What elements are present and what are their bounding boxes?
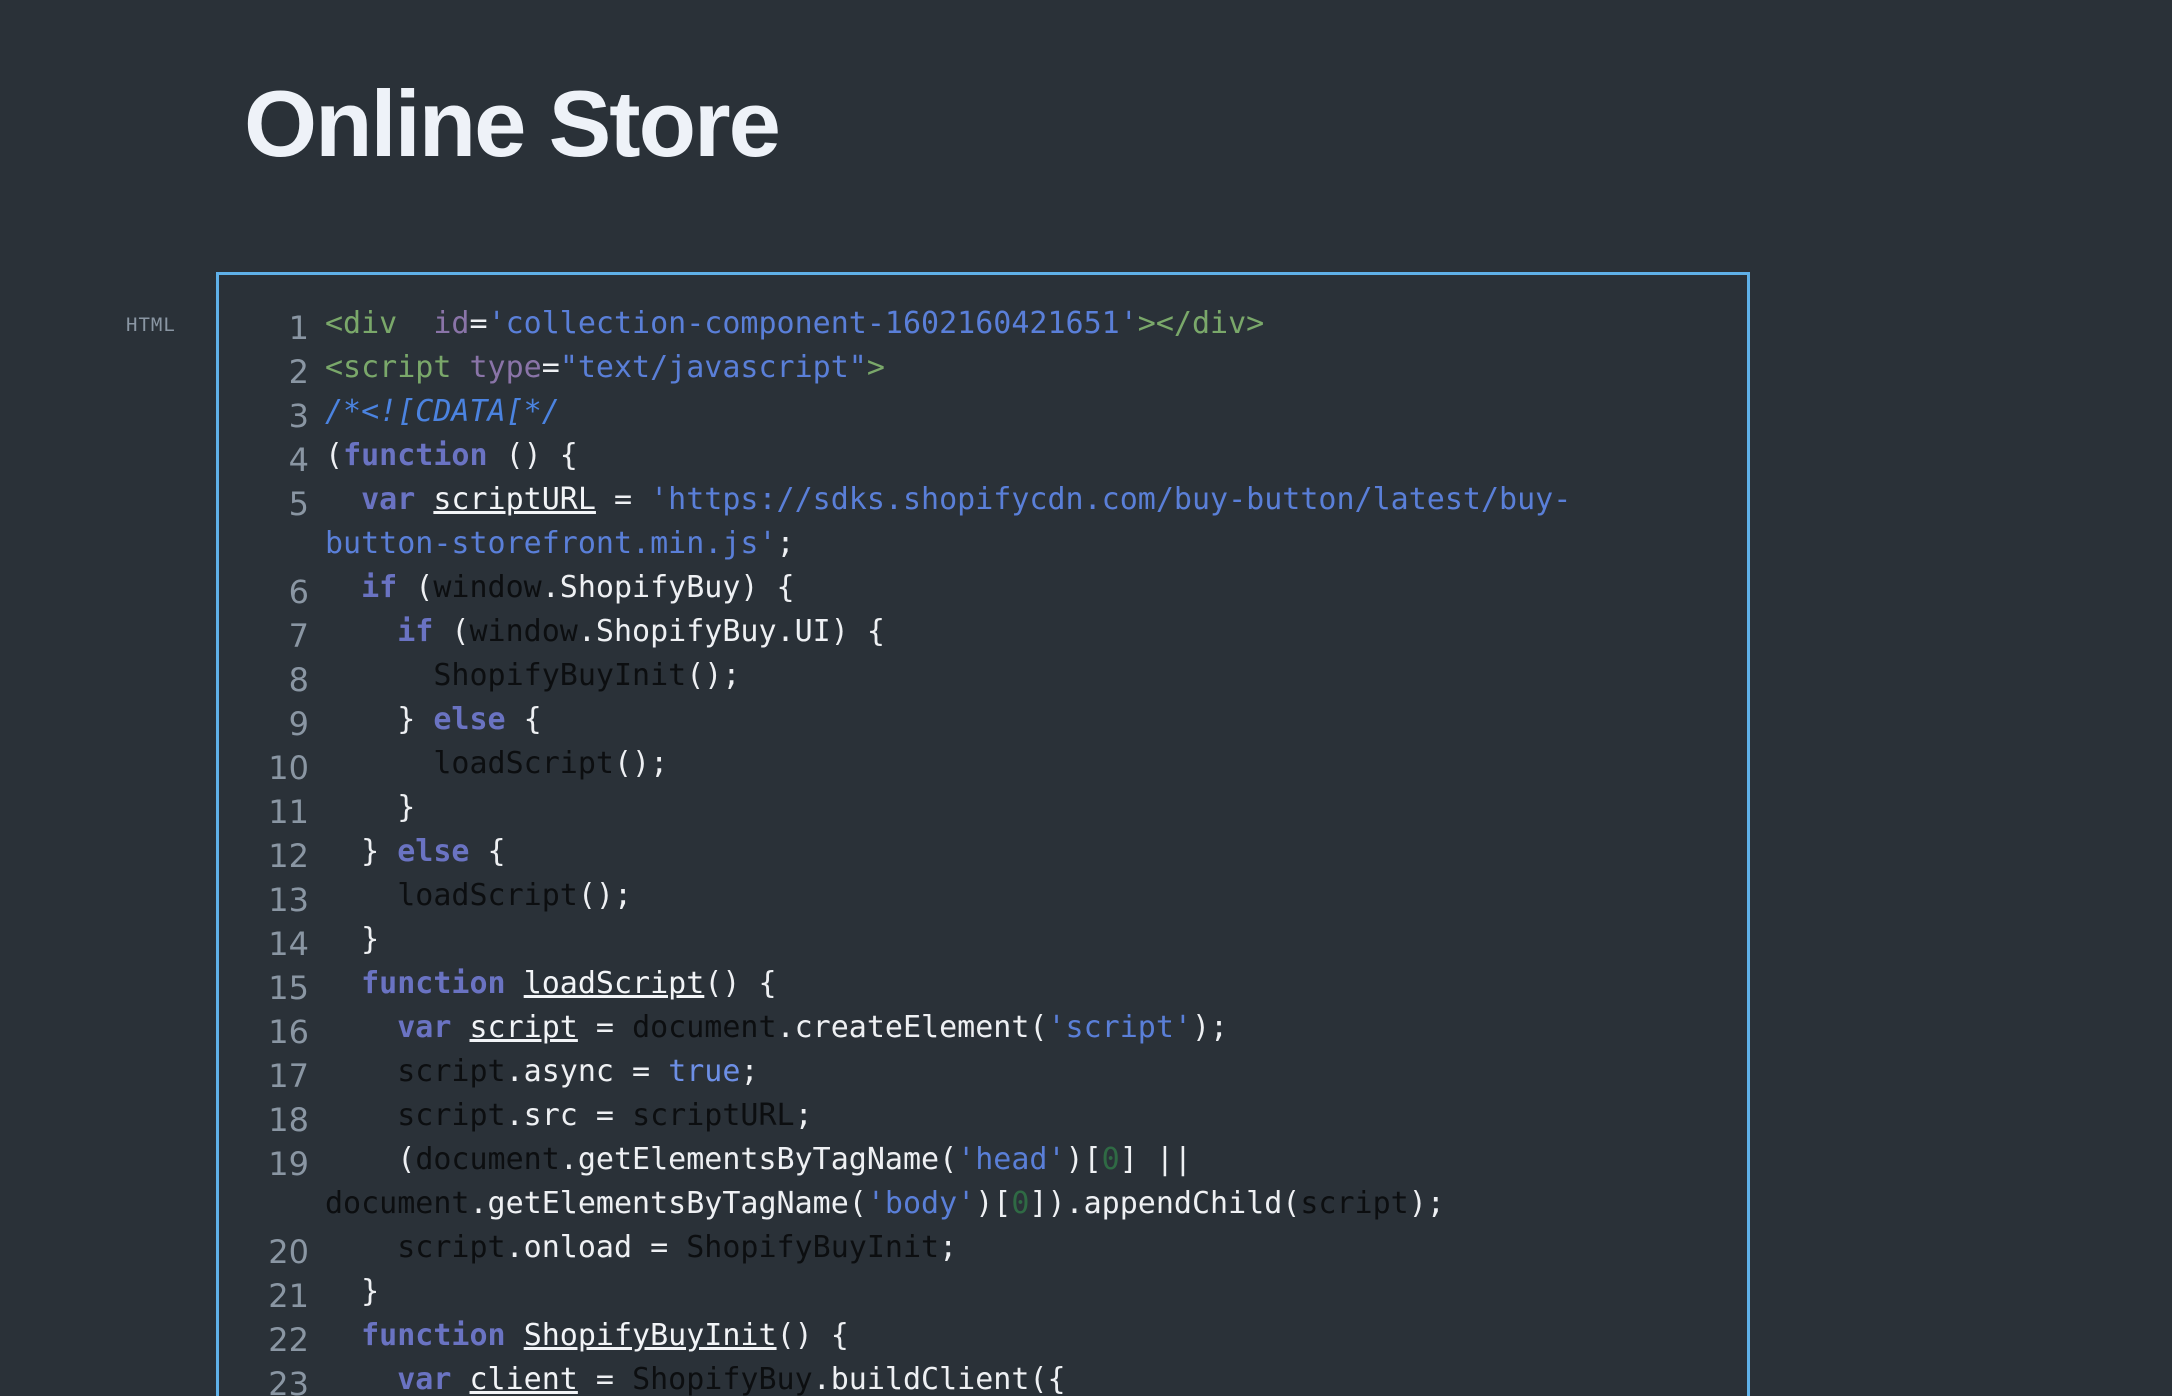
code-line: 5 var scriptURL = 'https://sdks.shopifyc… bbox=[219, 478, 1747, 566]
line-content: function ShopifyBuyInit() { bbox=[361, 1318, 849, 1353]
line-number: 2 bbox=[288, 353, 309, 391]
code-line: 6 if (window.ShopifyBuy) { bbox=[219, 566, 1747, 611]
line-number: 13 bbox=[268, 881, 309, 919]
line-content: } bbox=[325, 790, 416, 825]
code-line: 16 var script = document.createElement('… bbox=[219, 1006, 1747, 1051]
line-number: 15 bbox=[268, 969, 309, 1007]
line-number: 7 bbox=[288, 617, 309, 655]
code-line: 1 <div id='collection-component-16021604… bbox=[219, 302, 1747, 347]
line-number: 19 bbox=[268, 1145, 309, 1183]
line-number: 5 bbox=[288, 485, 309, 523]
code-line: 2 <script type="text/javascript"> bbox=[219, 346, 1747, 391]
line-number: 12 bbox=[268, 837, 309, 875]
line-number: 3 bbox=[288, 397, 309, 435]
line-content: var script = document.createElement('scr… bbox=[397, 1010, 1229, 1045]
line-number: 16 bbox=[268, 1013, 309, 1051]
code-line: 15 function loadScript() { bbox=[219, 962, 1747, 1007]
line-content: } bbox=[325, 1274, 380, 1309]
line-content: var scriptURL = 'https://sdks.shopifycdn… bbox=[325, 482, 1572, 561]
line-number: 23 bbox=[268, 1365, 309, 1396]
line-number: 1 bbox=[288, 309, 309, 347]
code-line: 21 } bbox=[219, 1270, 1747, 1315]
line-number: 4 bbox=[288, 441, 309, 479]
code-line: 8 ShopifyBuyInit(); bbox=[219, 654, 1747, 699]
code-line: 13 loadScript(); bbox=[219, 874, 1747, 919]
line-number: 14 bbox=[268, 925, 309, 963]
code-lines: 1 <div id='collection-component-16021604… bbox=[219, 302, 1747, 1396]
code-line: 19 (document.getElementsByTagName('head'… bbox=[219, 1138, 1747, 1226]
line-content: <script type="text/javascript"> bbox=[325, 350, 885, 385]
code-line: 17 script.async = true; bbox=[219, 1050, 1747, 1095]
line-number: 11 bbox=[268, 793, 309, 831]
code-line: 23 var client = ShopifyBuy.buildClient({ bbox=[219, 1358, 1747, 1396]
line-content: } else { bbox=[325, 702, 542, 737]
code-editor[interactable]: 1 <div id='collection-component-16021604… bbox=[216, 272, 1750, 1396]
line-number: 9 bbox=[288, 705, 309, 743]
line-number: 6 bbox=[288, 573, 309, 611]
code-line: 3 /*<![CDATA[*/ bbox=[219, 390, 1747, 435]
code-language-label: HTML bbox=[126, 314, 176, 336]
line-number: 17 bbox=[268, 1057, 309, 1095]
line-content: function loadScript() { bbox=[361, 966, 777, 1001]
code-line: 18 script.src = scriptURL; bbox=[219, 1094, 1747, 1139]
line-number: 22 bbox=[268, 1321, 309, 1359]
code-line: 11 } bbox=[219, 786, 1747, 831]
code-line: 10 loadScript(); bbox=[219, 742, 1747, 787]
page-title: Online Store bbox=[244, 71, 781, 176]
line-content: <div id='collection-component-1602160421… bbox=[325, 306, 1265, 341]
line-content: script.onload = ShopifyBuyInit; bbox=[397, 1230, 958, 1265]
line-content: loadScript(); bbox=[397, 878, 633, 913]
line-number: 20 bbox=[268, 1233, 309, 1271]
code-line: 9 } else { bbox=[219, 698, 1747, 743]
code-line: 4 (function () { bbox=[219, 434, 1747, 479]
line-content: ShopifyBuyInit(); bbox=[433, 658, 741, 693]
code-line: 7 if (window.ShopifyBuy.UI) { bbox=[219, 610, 1747, 655]
line-content: (function () { bbox=[325, 438, 578, 473]
line-content: var client = ShopifyBuy.buildClient({ bbox=[397, 1362, 1066, 1396]
line-content: loadScript(); bbox=[433, 746, 669, 781]
line-content: if (window.ShopifyBuy) { bbox=[361, 570, 795, 605]
line-content: /*<![CDATA[*/ bbox=[325, 394, 560, 429]
line-number: 8 bbox=[288, 661, 309, 699]
line-number: 21 bbox=[268, 1277, 309, 1315]
line-content: script.src = scriptURL; bbox=[397, 1098, 813, 1133]
line-content: (document.getElementsByTagName('head')[0… bbox=[325, 1142, 1445, 1221]
code-line: 20 script.onload = ShopifyBuyInit; bbox=[219, 1226, 1747, 1271]
line-number: 18 bbox=[268, 1101, 309, 1139]
line-content: } else { bbox=[325, 834, 506, 869]
line-content: if (window.ShopifyBuy.UI) { bbox=[397, 614, 885, 649]
code-line: 12 } else { bbox=[219, 830, 1747, 875]
line-content: script.async = true; bbox=[397, 1054, 759, 1089]
code-line: 14 } bbox=[219, 918, 1747, 963]
line-content: } bbox=[325, 922, 380, 957]
line-number: 10 bbox=[268, 749, 309, 787]
code-line: 22 function ShopifyBuyInit() { bbox=[219, 1314, 1747, 1359]
